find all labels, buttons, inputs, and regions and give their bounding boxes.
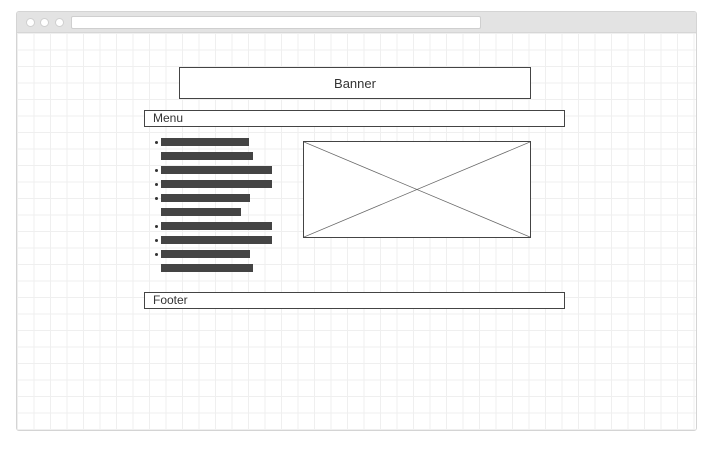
browser-window: Banner Menu Footer [16,11,697,431]
browser-title-bar [17,12,696,33]
placeholder-text-line [161,208,241,216]
footer-bar: Footer [144,292,565,309]
placeholder-text-line [161,152,253,160]
image-placeholder-icon [304,142,530,237]
menu-list-item[interactable] [154,138,284,160]
placeholder-text-line [161,264,253,272]
placeholder-text-line [161,138,249,146]
window-maximize-dot[interactable] [55,18,64,27]
placeholder-text-line [161,222,272,230]
menu-list-item[interactable] [154,166,284,174]
menu-list [154,138,284,278]
footer-label: Footer [153,293,188,307]
menu-list-item[interactable] [154,250,284,272]
bullet-icon [155,197,158,200]
placeholder-text-line [161,250,250,258]
menu-list-item[interactable] [154,222,284,230]
bullet-icon [155,239,158,242]
placeholder-text-line [161,166,272,174]
window-minimize-dot[interactable] [40,18,49,27]
banner-label: Banner [334,75,376,91]
menu-label: Menu [153,111,184,125]
bullet-icon [155,253,158,256]
menu-bar: Menu [144,110,565,127]
wireframe-canvas: Banner Menu Footer [17,33,696,430]
image-placeholder [303,141,531,238]
menu-list-item[interactable] [154,236,284,244]
placeholder-text-line [161,194,250,202]
menu-list-item[interactable] [154,180,284,188]
banner-box: Banner [179,67,531,99]
address-bar[interactable] [71,16,481,29]
bullet-icon [155,183,158,186]
placeholder-text-line [161,236,272,244]
window-close-dot[interactable] [26,18,35,27]
placeholder-text-line [161,180,272,188]
bullet-icon [155,225,158,228]
menu-list-item[interactable] [154,194,284,216]
bullet-icon [155,141,158,144]
bullet-icon [155,169,158,172]
